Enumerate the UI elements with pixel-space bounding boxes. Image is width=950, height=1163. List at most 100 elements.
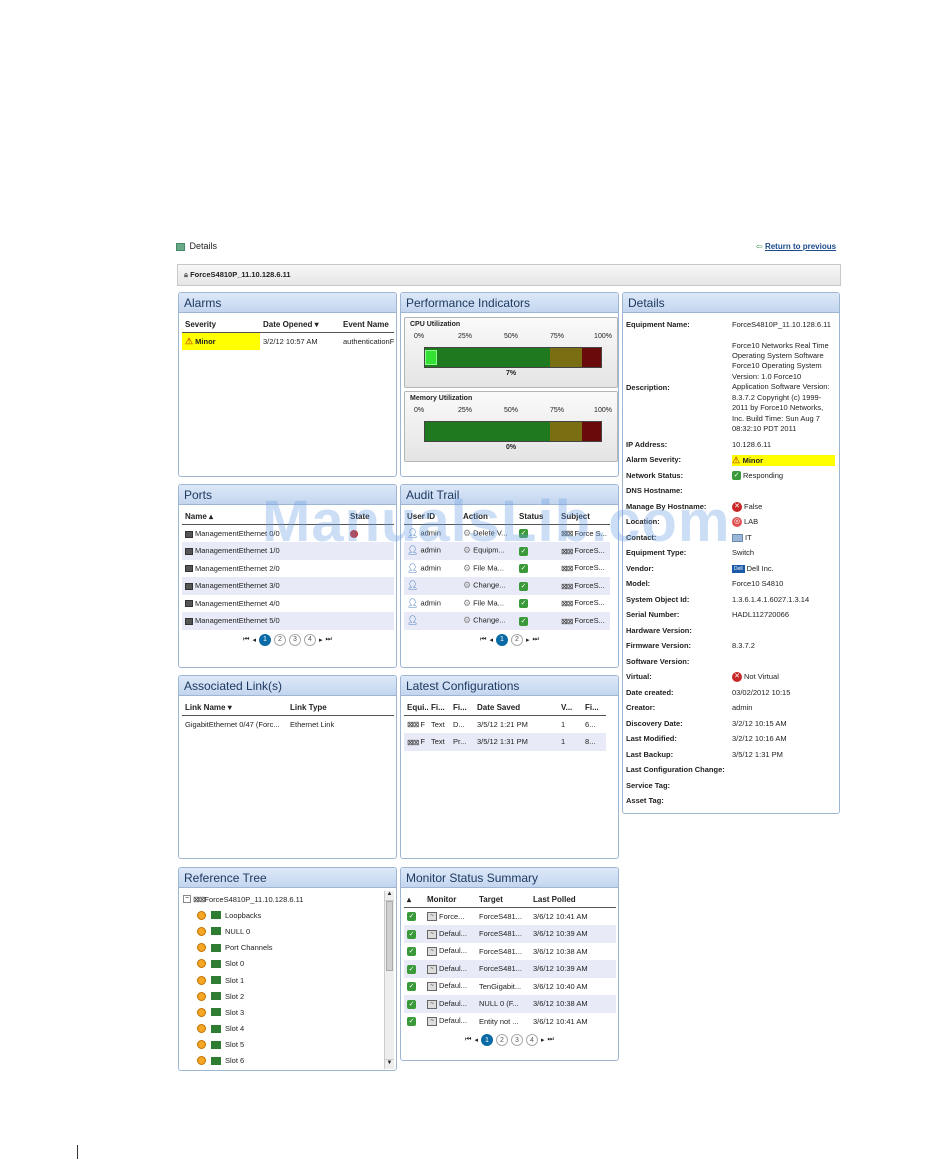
column-file-2[interactable]: Fi... <box>450 700 474 716</box>
table-row[interactable]: 👤︎ admin ⚙ Delete V... ✓ ⊠⊠ Force S... <box>404 525 610 543</box>
tree-item[interactable]: Slot 4 <box>183 1021 379 1037</box>
table-row[interactable]: GigabitEthernet 0/47 (Forc... Ethernet L… <box>182 716 394 734</box>
tree-item[interactable]: Loopbacks <box>183 907 379 923</box>
table-row[interactable]: ✓ ~ Defaul... ForceS481... 3/6/12 10:38 AM <box>404 943 616 961</box>
tree-item[interactable]: Slot 2 <box>183 988 379 1004</box>
responding-check-icon: ✓ <box>732 471 741 481</box>
table-row[interactable]: 👤︎ ⚙ Change... ✓ ⊠⊠ ForceS... <box>404 577 610 595</box>
table-row[interactable]: ✓ ~ Defaul... ForceS481... 3/6/12 10:39 AM <box>404 925 616 943</box>
last-page-icon[interactable]: ⏭ <box>533 636 539 644</box>
page-2[interactable]: 2 <box>511 633 523 646</box>
column-file-1[interactable]: Fi... <box>428 700 450 716</box>
user-icon: 👤︎ <box>407 545 419 556</box>
table-row[interactable]: ✓ ~ Force... ForceS481... 3/6/12 10:41 AM <box>404 908 616 926</box>
tree-item[interactable]: Port Channels <box>183 940 379 956</box>
page-2[interactable]: 2 <box>496 1034 508 1046</box>
column-version[interactable]: V... <box>558 700 582 716</box>
last-page-icon[interactable]: ⏭ <box>326 636 332 644</box>
next-page-icon[interactable]: ▸ <box>319 636 323 644</box>
tree-item[interactable]: Slot 0 <box>183 956 379 972</box>
last-page-icon[interactable]: ⏭ <box>548 1036 554 1044</box>
table-row[interactable]: ManagementEthernet 3/0 <box>182 577 394 595</box>
page-2[interactable]: 2 <box>274 633 286 646</box>
column-target[interactable]: Target <box>476 892 530 908</box>
table-row[interactable]: ⚠ Minor 3/2/12 10:57 AM authenticationFa… <box>182 332 394 350</box>
table-row[interactable]: ✓ ~ Defaul... ForceS481... 3/6/12 10:39 AM <box>404 960 616 978</box>
page-3[interactable]: 3 <box>511 1034 523 1046</box>
detail-row: Vendor: Dell Dell Inc. <box>626 563 774 573</box>
scroll-thumb[interactable] <box>386 901 393 971</box>
table-row[interactable]: ManagementEthernet 5/0 <box>182 612 394 630</box>
detail-row: Last Modified: 3/2/12 10:16 AM <box>626 734 787 743</box>
column-file-3[interactable]: Fi... <box>582 700 606 716</box>
table-row[interactable]: 👤︎ admin ⚙ File Ma... ✓ ⊠⊠ ForceS... <box>404 560 610 578</box>
tree-root[interactable]: − ⊠⊠ ForceS4810P_11.10.128.6.11 <box>183 891 379 907</box>
table-row[interactable]: ManagementEthernet 4/0 <box>182 595 394 613</box>
tree-item[interactable]: NULL 0 <box>183 923 379 939</box>
port-icon <box>185 547 193 555</box>
detail-row: Creator: admin <box>626 703 753 712</box>
column-link-name[interactable]: Link Name ▾ <box>182 700 287 716</box>
contact-card-icon <box>732 533 743 542</box>
column-date-opened[interactable]: Date Opened ▾ <box>260 317 340 333</box>
table-row[interactable]: 👤︎ admin ⚙ File Ma... ✓ ⊠⊠ ForceS... <box>404 595 610 613</box>
column-user-id[interactable]: User ID <box>404 509 460 525</box>
audit-panel: Audit Trail User ID Action Status Subjec… <box>400 484 619 668</box>
first-page-icon[interactable]: ⏮ <box>465 1036 471 1044</box>
table-row[interactable]: 👤︎ admin ⚙ Equipm... ✓ ⊠⊠ ForceS... <box>404 542 610 560</box>
first-page-icon[interactable]: ⏮ <box>480 636 486 644</box>
column-subject[interactable]: Subject <box>558 509 610 525</box>
table-row[interactable]: ✓ ~ Defaul... Entity not ... 3/6/12 10:41 AM <box>404 1013 616 1031</box>
tree-item[interactable]: Slot 5 <box>183 1037 379 1053</box>
table-row[interactable]: ManagementEthernet 1/0 <box>182 542 394 560</box>
user-icon: 👤︎ <box>407 580 419 591</box>
column-state[interactable]: State <box>347 509 394 525</box>
table-row[interactable]: ✓ ~ Defaul... NULL 0 (F... 3/6/12 10:38 AM <box>404 995 616 1013</box>
audit-pager: ⏮ ◂ 1 2 ▸ ⏭ <box>401 633 618 646</box>
table-row[interactable]: ⊠⊠ F Text D... 3/5/12 1:21 PM 1 6... <box>404 716 606 734</box>
scroll-up-icon[interactable]: ▲ <box>385 891 394 901</box>
column-action[interactable]: Action <box>460 509 516 525</box>
tree-item[interactable]: Slot 3 <box>183 1004 379 1020</box>
page-4[interactable]: 4 <box>526 1034 538 1046</box>
scroll-down-icon[interactable]: ▼ <box>385 1059 394 1069</box>
tree-item[interactable]: Slot 6 <box>183 1053 379 1069</box>
user-icon: 👤︎ <box>407 562 419 573</box>
tree-scrollbar[interactable]: ▲ ▼ <box>384 891 394 1069</box>
column-equipment[interactable]: Equi... <box>404 700 428 716</box>
column-name[interactable]: Name ▴ <box>182 509 347 525</box>
table-row[interactable]: ✓ ~ Defaul... TenGigabit... 3/6/12 10:40 AM <box>404 978 616 996</box>
column-event-name[interactable]: Event Name <box>340 317 394 333</box>
column-monitor[interactable]: Monitor <box>424 892 476 908</box>
next-page-icon[interactable]: ▸ <box>526 636 530 644</box>
page-3[interactable]: 3 <box>289 633 301 646</box>
next-page-icon[interactable]: ▸ <box>541 1036 545 1044</box>
column-status[interactable]: Status <box>516 509 558 525</box>
page-1[interactable]: 1 <box>496 633 508 646</box>
first-page-icon[interactable]: ⏮ <box>243 636 249 644</box>
column-status-sort[interactable]: ▴ <box>404 892 424 908</box>
table-row[interactable]: ⊠⊠ F Text Pr... 3/5/12 1:31 PM 1 8... <box>404 733 606 751</box>
collapse-icon[interactable]: − <box>183 895 191 904</box>
column-date-saved[interactable]: Date Saved <box>474 700 558 716</box>
table-row[interactable]: ManagementEthernet 2/0 <box>182 560 394 578</box>
prev-page-icon[interactable]: ◂ <box>474 1036 478 1044</box>
return-to-previous-link[interactable]: ⇦ Return to previous <box>756 242 836 251</box>
gear-icon: ⚙ <box>463 562 472 573</box>
prev-page-icon[interactable]: ◂ <box>489 636 493 644</box>
column-severity[interactable]: Severity <box>182 317 260 333</box>
column-link-type[interactable]: Link Type <box>287 700 394 716</box>
detail-row: System Object Id: 1.3.6.1.4.1.6027.1.3.14 <box>626 594 810 604</box>
detail-row: Hardware Version: <box>626 625 692 635</box>
configs-panel: Latest Configurations Equi... Fi... Fi..… <box>400 675 619 859</box>
detail-row: Location: ◎ LAB <box>626 517 759 528</box>
table-row[interactable]: ManagementEthernet 0/0 <box>182 525 394 543</box>
prev-page-icon[interactable]: ◂ <box>252 636 256 644</box>
page-4[interactable]: 4 <box>304 633 316 646</box>
page-1[interactable]: 1 <box>481 1034 493 1046</box>
page-1[interactable]: 1 <box>259 633 271 646</box>
table-row[interactable]: 👤︎ ⚙ Change... ✓ ⊠⊠ ForceS... <box>404 612 610 630</box>
detail-row: Firmware Version: 8.3.7.2 <box>626 641 755 650</box>
tree-item[interactable]: Slot 1 <box>183 972 379 988</box>
column-last-polled[interactable]: Last Polled <box>530 892 616 908</box>
